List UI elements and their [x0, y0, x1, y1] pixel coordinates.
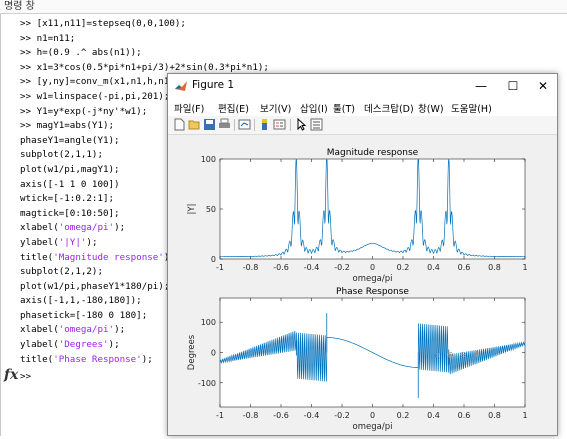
- x-tick-label: -0.6: [273, 411, 289, 420]
- y-tick-label: 0: [211, 349, 216, 358]
- save-icon[interactable]: [203, 118, 216, 131]
- x-tick-label: 0.8: [488, 411, 501, 420]
- command-line: >> n1=n11;: [20, 32, 76, 44]
- x-tick-label: 0.6: [458, 263, 471, 272]
- y-tick-label: 0: [211, 255, 216, 264]
- fx-icon[interactable]: fx: [4, 367, 18, 383]
- chart-title: Phase Response: [336, 287, 409, 297]
- menu-desktop[interactable]: 데스크탑(D): [364, 101, 414, 115]
- link-plot-icon[interactable]: [238, 118, 251, 131]
- menu-tools[interactable]: 툴(T): [333, 101, 355, 115]
- figure-title: Figure 1: [192, 79, 235, 91]
- new-figure-icon[interactable]: [173, 118, 186, 131]
- toolbar-separator: [254, 119, 255, 131]
- chart-title: Magnitude response: [327, 148, 419, 158]
- legend-icon[interactable]: [273, 118, 286, 131]
- figure-titlebar[interactable]: Figure 1 — ☐ ✕: [168, 74, 557, 98]
- menu-edit[interactable]: 편집(E): [218, 101, 249, 115]
- x-axis-label: omega/pi: [353, 422, 393, 432]
- toolbar-separator: [234, 119, 235, 131]
- maximize-button[interactable]: ☐: [498, 74, 528, 98]
- menu-help[interactable]: 도움말(H): [451, 101, 492, 115]
- x-tick-label: -0.6: [273, 263, 289, 272]
- plot-area[interactable]: Magnitude response -1 -0.8 -0.6 -0.4 -0.2 0 0.2…: [168, 135, 557, 435]
- y-axis-label: |Y|: [187, 204, 197, 215]
- command-line: >> [x11,n11]=stepseq(0,0,100);: [20, 18, 186, 29]
- menu-window[interactable]: 창(W): [418, 101, 444, 115]
- x-tick-label: 0: [370, 263, 375, 272]
- x-tick-label: 0.4: [427, 411, 440, 420]
- x-tick-label: 0.2: [397, 263, 410, 272]
- x-tick-label: -0.2: [334, 263, 350, 272]
- axes-toolbar[interactable]: ⌂ ⊕ ⊖ ✥: [435, 350, 482, 359]
- figure-toolbar: [168, 116, 557, 135]
- close-button[interactable]: ✕: [528, 74, 558, 98]
- x-tick-label: -0.8: [243, 411, 259, 420]
- command-line: >> h=(0.9 .^ abs(n1));: [20, 47, 142, 59]
- x-tick-label: 0.4: [427, 263, 440, 272]
- menu-view[interactable]: 보기(V): [260, 101, 291, 115]
- x-tick-label: -1: [216, 411, 224, 420]
- command-window-title: 명령 창: [0, 0, 567, 14]
- menu-bar: 파일(F) 편집(E) 보기(V) 삽입(I) 툴(T) 데스크탑(D) 창(W…: [168, 98, 557, 116]
- menu-file[interactable]: 파일(F): [174, 101, 204, 115]
- x-tick-label: -1: [216, 263, 224, 272]
- y-tick-label: 50: [206, 205, 216, 214]
- minimize-button[interactable]: —: [466, 74, 496, 98]
- y-tick-label: 100: [201, 318, 216, 327]
- menu-insert[interactable]: 삽입(I): [300, 101, 328, 115]
- y-tick-label: 100: [201, 155, 216, 164]
- y-tick-label: -100: [198, 379, 216, 388]
- toolbar-separator: [290, 119, 291, 131]
- x-tick-label: 0.2: [397, 411, 410, 420]
- x-tick-label: 1: [522, 411, 527, 420]
- x-tick-label: 0.6: [458, 411, 471, 420]
- open-file-icon[interactable]: [188, 118, 201, 131]
- axes-box: [219, 158, 526, 260]
- figure-canvas[interactable]: Magnitude response -1 -0.8 -0.6 -0.4 -0.2 0 0.2…: [168, 135, 557, 435]
- x-tick-label: -0.2: [334, 411, 350, 420]
- edit-pointer-icon[interactable]: [295, 118, 308, 131]
- x-tick-label: -0.8: [243, 263, 259, 272]
- property-inspector-icon[interactable]: [310, 118, 323, 131]
- print-icon[interactable]: [218, 118, 231, 131]
- matlab-logo-icon: [175, 81, 187, 91]
- command-prompt[interactable]: >>: [20, 371, 31, 382]
- y-axis-label: Degrees: [187, 334, 197, 370]
- x-tick-label: 1: [522, 263, 527, 272]
- x-axis-label: omega/pi: [353, 274, 393, 284]
- x-tick-label: 0: [370, 411, 375, 420]
- x-tick-label: 0.8: [488, 263, 501, 272]
- x-tick-label: -0.4: [304, 411, 320, 420]
- colorbar-icon[interactable]: [258, 118, 271, 131]
- figure-window[interactable]: Figure 1 — ☐ ✕ 파일(F) 편집(E) 보기(V) 삽입(I) 툴…: [167, 73, 558, 436]
- x-tick-label: -0.4: [304, 263, 320, 272]
